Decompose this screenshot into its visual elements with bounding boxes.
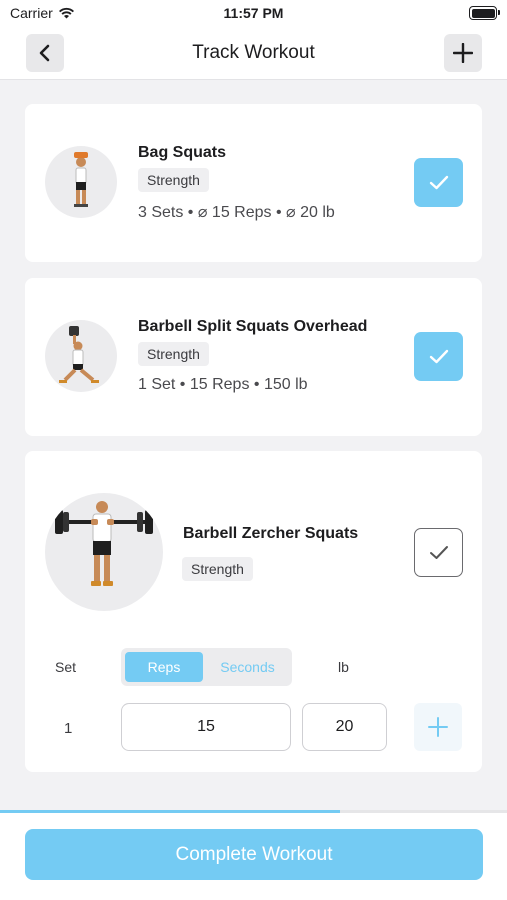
checkmark-icon [429,545,448,559]
status-time: 11:57 PM [223,5,284,21]
exercise-image [45,320,117,392]
exercise-image [45,493,163,611]
exercise-name: Barbell Split Squats Overhead [138,318,368,335]
weight-input[interactable]: 20 [302,703,387,751]
footer: Complete Workout [0,810,507,900]
checkmark-icon [429,175,448,189]
reps-seconds-toggle: Reps Seconds [121,648,292,686]
progress-fill [0,810,340,813]
exercise-card[interactable]: Barbell Split Squats Overhead Strength 1… [25,278,482,436]
exercise-card[interactable]: Bag Squats Strength 3 Sets • ⌀ 15 Reps •… [25,104,482,262]
seconds-tab[interactable]: Seconds [207,652,288,682]
category-tag: Strength [138,342,209,366]
category-tag: Strength [182,557,253,581]
exercise-summary: 1 Set • 15 Reps • 150 lb [138,376,308,393]
category-tag: Strength [138,168,209,192]
set-column-label: Set [55,659,77,675]
battery-icon [469,6,500,20]
page-title: Track Workout [192,42,315,63]
add-exercise-button[interactable] [444,34,482,72]
nav-bar: Track Workout [0,28,507,80]
complete-checkbox[interactable] [414,332,463,381]
weight-column-label: lb [338,659,349,675]
exercise-name: Bag Squats [138,144,227,161]
complete-workout-button[interactable]: Complete Workout [25,829,483,880]
exercise-summary: 3 Sets • ⌀ 15 Reps • ⌀ 20 lb [138,204,335,221]
exercise-name: Barbell Zercher Squats [183,525,359,542]
plus-icon [453,43,473,63]
checkmark-icon [429,349,448,363]
reps-tab[interactable]: Reps [125,652,203,682]
complete-checkbox[interactable] [414,158,463,207]
complete-checkbox[interactable] [414,528,463,577]
reps-input[interactable]: 15 [121,703,291,751]
add-set-button[interactable] [414,703,462,751]
exercise-image [45,146,117,218]
plus-icon [428,717,448,737]
status-bar: Carrier 11:57 PM [0,0,507,28]
set-number: 1 [64,720,73,737]
workout-progress-bar [0,810,507,813]
exercise-card-expanded[interactable]: Barbell Zercher Squats Strength Set Reps… [25,451,482,772]
